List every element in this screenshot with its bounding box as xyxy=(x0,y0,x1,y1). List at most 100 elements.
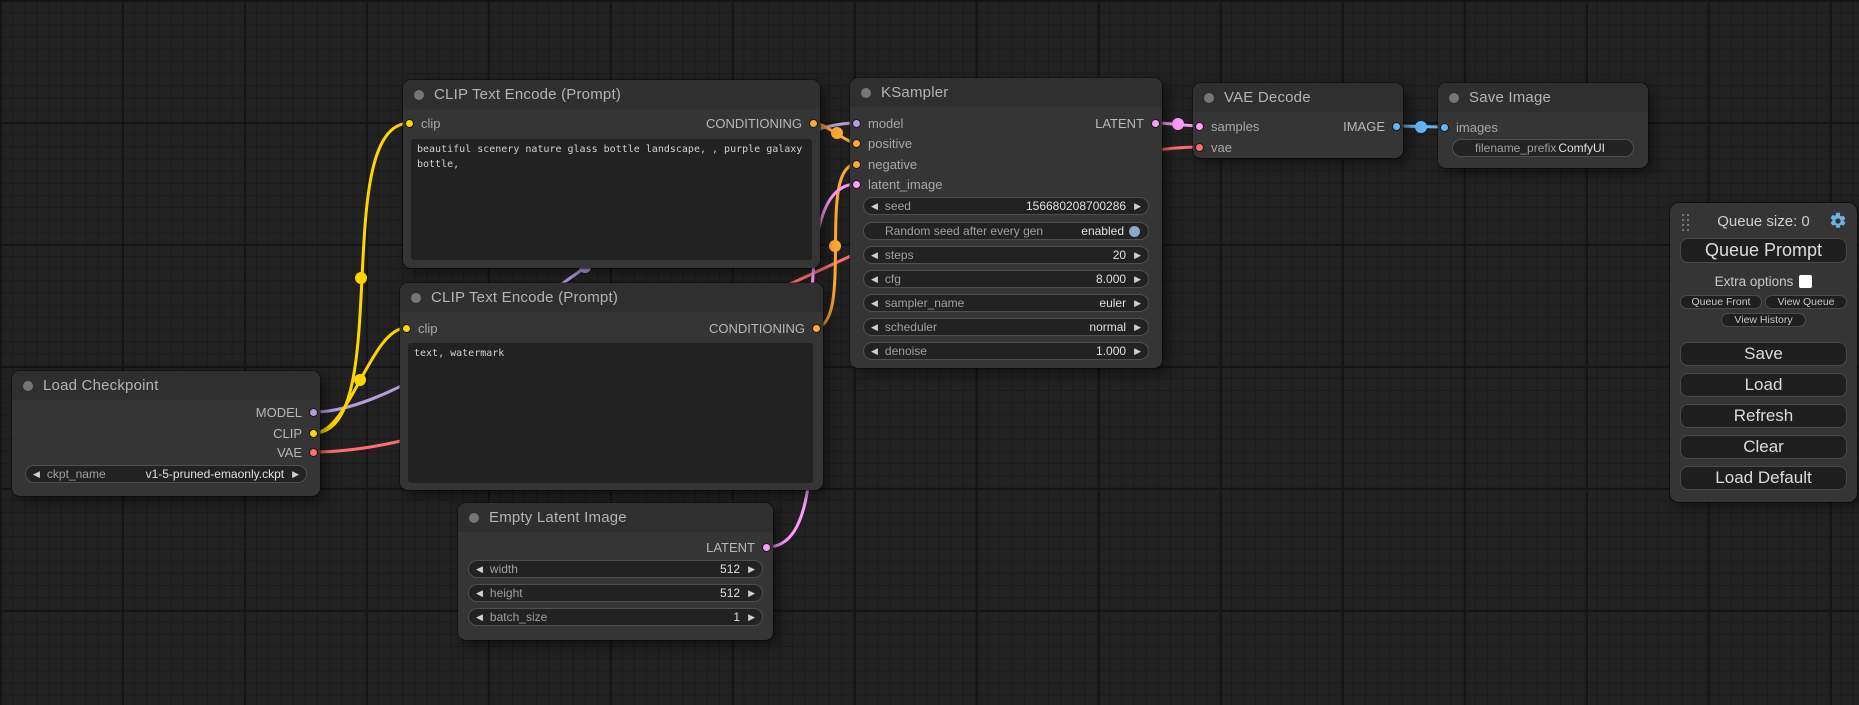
steps-widget[interactable]: ◀ steps 20 ▶ xyxy=(863,246,1149,264)
cfg-widget[interactable]: ◀ cfg 8.000 ▶ xyxy=(863,270,1149,288)
sampler-name-widget[interactable]: ◀ sampler_name euler ▶ xyxy=(863,294,1149,312)
ckpt-name-widget[interactable]: ◀ ckpt_name v1-5-pruned-emaonly.ckpt ▶ xyxy=(25,465,307,483)
input-port-negative[interactable]: negative xyxy=(852,155,917,173)
output-port-conditioning[interactable]: CONDITIONING xyxy=(706,114,818,132)
port-dot-conditioning[interactable] xyxy=(852,160,861,169)
width-widget[interactable]: ◀ width 512 ▶ xyxy=(468,560,763,578)
output-port-conditioning[interactable]: CONDITIONING xyxy=(709,319,821,337)
node-title-bar[interactable]: KSampler xyxy=(850,78,1162,107)
increment-arrow-icon[interactable]: ▶ xyxy=(1134,202,1141,211)
port-dot-clip[interactable] xyxy=(402,324,411,333)
port-dot-clip[interactable] xyxy=(309,429,318,438)
port-dot-image[interactable] xyxy=(1392,122,1401,131)
node-title-bar[interactable]: Save Image xyxy=(1438,83,1648,112)
node-title-bar[interactable]: Load Checkpoint xyxy=(12,371,320,400)
increment-arrow-icon[interactable]: ▶ xyxy=(1134,347,1141,356)
random-seed-toggle-widget[interactable]: Random seed after every gen enabled xyxy=(863,222,1149,240)
collapse-dot-icon[interactable] xyxy=(1204,93,1214,103)
decrement-arrow-icon[interactable]: ◀ xyxy=(871,275,878,284)
input-port-positive[interactable]: positive xyxy=(852,134,912,152)
port-dot-image[interactable] xyxy=(1440,123,1449,132)
port-dot-model[interactable] xyxy=(852,119,861,128)
port-dot-latent[interactable] xyxy=(1195,122,1204,131)
collapse-dot-icon[interactable] xyxy=(23,381,33,391)
decrement-arrow-icon[interactable]: ◀ xyxy=(476,565,483,574)
port-dot-latent[interactable] xyxy=(762,543,771,552)
save-button[interactable]: Save xyxy=(1680,342,1847,366)
port-dot-clip[interactable] xyxy=(405,119,414,128)
input-port-latent-image[interactable]: latent_image xyxy=(852,175,942,193)
increment-arrow-icon[interactable]: ▶ xyxy=(748,589,755,598)
queue-prompt-button[interactable]: Queue Prompt xyxy=(1680,238,1847,263)
collapse-dot-icon[interactable] xyxy=(414,90,424,100)
output-port-model[interactable]: MODEL xyxy=(256,403,318,421)
output-port-image[interactable]: IMAGE xyxy=(1343,117,1401,135)
input-port-clip[interactable]: clip xyxy=(402,319,438,337)
input-port-images[interactable]: images xyxy=(1440,118,1498,136)
output-port-vae[interactable]: VAE xyxy=(277,443,318,461)
port-dot-conditioning[interactable] xyxy=(812,324,821,333)
load-default-button[interactable]: Load Default xyxy=(1680,466,1847,490)
clear-button[interactable]: Clear xyxy=(1680,435,1847,459)
node-clip-text-encode-positive[interactable]: CLIP Text Encode (Prompt) clip CONDITION… xyxy=(403,80,820,268)
node-title-bar[interactable]: CLIP Text Encode (Prompt) xyxy=(400,283,823,312)
decrement-arrow-icon[interactable]: ◀ xyxy=(476,613,483,622)
collapse-dot-icon[interactable] xyxy=(411,293,421,303)
decrement-arrow-icon[interactable]: ◀ xyxy=(33,470,40,479)
node-title-bar[interactable]: VAE Decode xyxy=(1193,83,1403,112)
decrement-arrow-icon[interactable]: ◀ xyxy=(871,202,878,211)
scheduler-widget[interactable]: ◀ scheduler normal ▶ xyxy=(863,318,1149,336)
input-port-model[interactable]: model xyxy=(852,114,903,132)
filename-prefix-widget[interactable]: filename_prefix ComfyUI xyxy=(1452,139,1634,157)
seed-widget[interactable]: ◀ seed 156680208700286 ▶ xyxy=(863,197,1149,215)
input-port-vae[interactable]: vae xyxy=(1195,138,1232,156)
port-dot-model[interactable] xyxy=(309,408,318,417)
collapse-dot-icon[interactable] xyxy=(469,513,479,523)
port-dot-vae[interactable] xyxy=(1195,143,1204,152)
node-title-bar[interactable]: CLIP Text Encode (Prompt) xyxy=(403,80,820,109)
increment-arrow-icon[interactable]: ▶ xyxy=(748,565,755,574)
decrement-arrow-icon[interactable]: ◀ xyxy=(871,323,878,332)
node-graph-canvas[interactable]: CLIP Text Encode (Prompt) clip CONDITION… xyxy=(0,0,1859,705)
toggle-on-icon[interactable] xyxy=(1129,226,1140,237)
settings-gear-icon[interactable] xyxy=(1829,212,1847,230)
decrement-arrow-icon[interactable]: ◀ xyxy=(871,347,878,356)
collapse-dot-icon[interactable] xyxy=(1449,93,1459,103)
load-button[interactable]: Load xyxy=(1680,373,1847,397)
port-dot-conditioning[interactable] xyxy=(809,119,818,128)
node-ksampler[interactable]: KSampler model positive negative latent_… xyxy=(850,78,1162,368)
extra-options-checkbox[interactable] xyxy=(1799,275,1812,288)
height-widget[interactable]: ◀ height 512 ▶ xyxy=(468,584,763,602)
node-save-image[interactable]: Save Image images filename_prefix ComfyU… xyxy=(1438,83,1648,168)
decrement-arrow-icon[interactable]: ◀ xyxy=(871,251,878,260)
input-port-clip[interactable]: clip xyxy=(405,114,441,132)
output-port-latent[interactable]: LATENT xyxy=(706,538,771,556)
refresh-button[interactable]: Refresh xyxy=(1680,404,1847,428)
node-empty-latent-image[interactable]: Empty Latent Image LATENT ◀ width 512 ▶ … xyxy=(458,503,773,640)
node-clip-text-encode-negative[interactable]: CLIP Text Encode (Prompt) clip CONDITION… xyxy=(400,283,823,490)
decrement-arrow-icon[interactable]: ◀ xyxy=(476,589,483,598)
input-port-samples[interactable]: samples xyxy=(1195,117,1259,135)
positive-prompt-textarea[interactable]: beautiful scenery nature glass bottle la… xyxy=(411,139,812,260)
increment-arrow-icon[interactable]: ▶ xyxy=(1134,251,1141,260)
increment-arrow-icon[interactable]: ▶ xyxy=(292,470,299,479)
queue-front-button[interactable]: Queue Front xyxy=(1680,295,1762,309)
negative-prompt-textarea[interactable]: text, watermark xyxy=(408,343,813,483)
port-dot-latent[interactable] xyxy=(1151,119,1160,128)
view-queue-button[interactable]: View Queue xyxy=(1765,295,1847,309)
batch-size-widget[interactable]: ◀ batch_size 1 ▶ xyxy=(468,608,763,626)
node-title-bar[interactable]: Empty Latent Image xyxy=(458,503,773,532)
increment-arrow-icon[interactable]: ▶ xyxy=(1134,323,1141,332)
output-port-latent[interactable]: LATENT xyxy=(1095,114,1160,132)
view-history-button[interactable]: View History xyxy=(1721,313,1806,327)
node-vae-decode[interactable]: VAE Decode samples vae IMAGE xyxy=(1193,83,1403,158)
collapse-dot-icon[interactable] xyxy=(861,88,871,98)
increment-arrow-icon[interactable]: ▶ xyxy=(1134,299,1141,308)
port-dot-vae[interactable] xyxy=(309,448,318,457)
denoise-widget[interactable]: ◀ denoise 1.000 ▶ xyxy=(863,342,1149,360)
increment-arrow-icon[interactable]: ▶ xyxy=(748,613,755,622)
increment-arrow-icon[interactable]: ▶ xyxy=(1134,275,1141,284)
decrement-arrow-icon[interactable]: ◀ xyxy=(871,299,878,308)
port-dot-conditioning[interactable] xyxy=(852,139,861,148)
port-dot-latent[interactable] xyxy=(852,180,861,189)
